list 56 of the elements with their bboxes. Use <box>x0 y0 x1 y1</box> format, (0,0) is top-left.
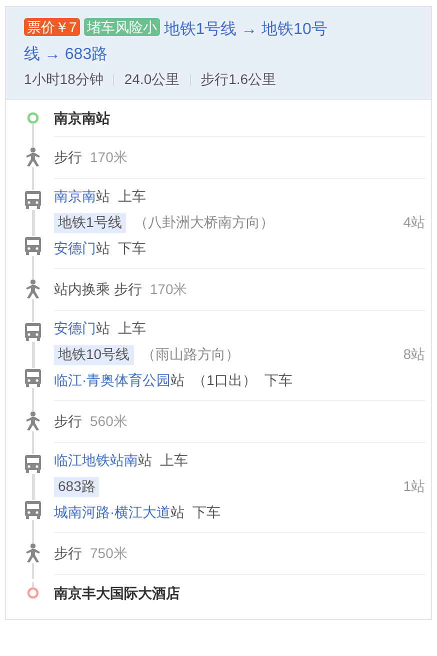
walking-person-icon <box>24 543 42 563</box>
route-title[interactable]: 线 → 683路 <box>24 46 108 63</box>
walk-distance: 170米 <box>90 148 128 167</box>
walk-distance: 560米 <box>90 412 128 431</box>
alight-action: 下车 <box>264 372 292 390</box>
route-tag: 堵车风险小 <box>84 18 160 36</box>
station-link[interactable]: 南京南 <box>54 188 96 204</box>
walking-person-icon <box>24 147 42 167</box>
bus-icon <box>25 500 41 520</box>
end-marker-icon <box>27 586 39 598</box>
line-direction: （八卦洲大桥南方向） <box>134 214 274 232</box>
station-link[interactable]: 城南河路·横江大道 <box>54 504 171 520</box>
bus-icon <box>25 190 41 210</box>
board-action: 上车 <box>118 188 146 206</box>
walk-label: 步行 <box>54 544 82 563</box>
stop-count: 4站 <box>403 214 425 232</box>
board-action: 上车 <box>118 320 146 338</box>
alight-action: 下车 <box>192 504 221 522</box>
place-name: 南京丰大国际大酒店 <box>54 584 181 603</box>
route-tag: 票价￥7 <box>24 18 80 36</box>
walk-label: 步行 <box>54 148 82 167</box>
alight-action: 下车 <box>118 240 146 258</box>
exit-info: （1口出） <box>192 372 256 390</box>
station-suffix: 站 <box>138 452 152 468</box>
line-name: 地铁10号线 <box>54 345 134 365</box>
line-direction: （雨山路方向） <box>142 346 240 364</box>
route-stat: 步行1.6公里 <box>200 71 276 89</box>
start-marker-icon <box>27 112 39 124</box>
walk-label: 站内换乘 步行 <box>54 280 142 299</box>
walk-distance: 750米 <box>90 544 128 563</box>
board-action: 上车 <box>160 452 188 470</box>
station-link[interactable]: 临江·青奥体育公园 <box>54 372 171 388</box>
station-link[interactable]: 安德门 <box>54 320 96 336</box>
station-link[interactable]: 安德门 <box>54 240 96 256</box>
line-name: 地铁1号线 <box>54 213 126 233</box>
walking-person-icon <box>24 279 42 299</box>
station-suffix: 站 <box>96 240 110 256</box>
station-suffix: 站 <box>170 372 185 388</box>
route-title[interactable]: 地铁1号线 → 地铁10号 <box>164 21 328 38</box>
station-suffix: 站 <box>170 504 185 520</box>
stop-count: 1站 <box>403 478 425 496</box>
bus-icon <box>25 236 41 256</box>
line-name: 683路 <box>54 477 100 497</box>
stop-count: 8站 <box>403 346 425 364</box>
route-stat: 24.0公里 <box>124 71 180 89</box>
station-link[interactable]: 临江地铁站南 <box>54 452 138 468</box>
route-stat: 1小时18分钟 <box>24 71 104 89</box>
bus-icon <box>25 368 41 388</box>
bus-icon <box>25 454 41 474</box>
walk-label: 步行 <box>54 412 82 431</box>
walking-person-icon <box>24 411 42 431</box>
station-suffix: 站 <box>96 188 110 204</box>
walk-distance: 170米 <box>150 280 188 299</box>
bus-icon <box>25 322 41 342</box>
place-name: 南京南站 <box>54 109 111 128</box>
station-suffix: 站 <box>96 320 110 336</box>
